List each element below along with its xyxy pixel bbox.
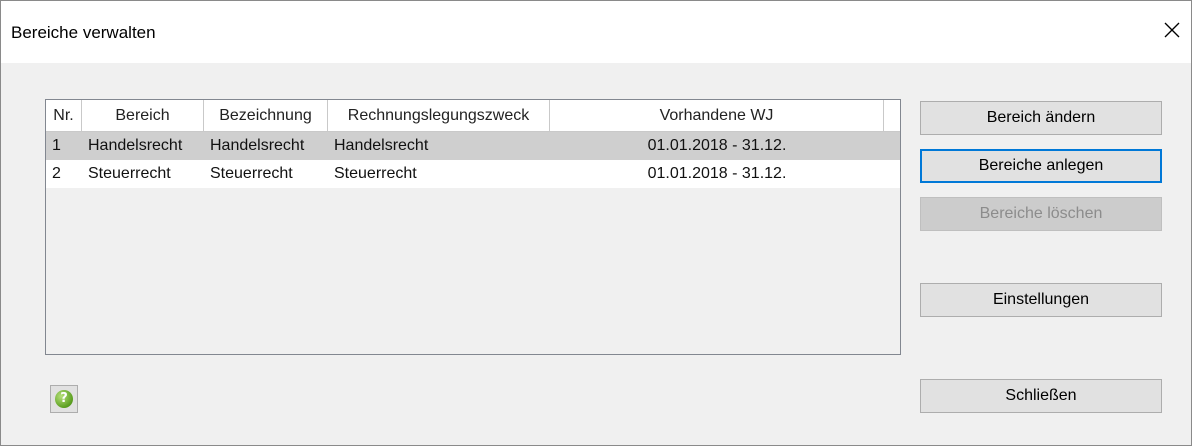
table-row[interactable]: 2 Steuerrecht Steuerrecht Steuerrecht 01… bbox=[46, 160, 900, 188]
column-header-nr[interactable]: Nr. bbox=[46, 100, 82, 131]
title-bar: Bereiche verwalten bbox=[1, 1, 1191, 63]
cell-bereich: Steuerrecht bbox=[88, 165, 171, 182]
window-title: Bereiche verwalten bbox=[11, 23, 156, 42]
cell-bereich: Handelsrecht bbox=[88, 137, 183, 154]
close-icon bbox=[1164, 22, 1180, 38]
help-button[interactable]: ? bbox=[50, 385, 78, 413]
create-areas-button[interactable]: Bereiche anlegen bbox=[920, 149, 1162, 183]
cell-bezeichnung: Steuerrecht bbox=[210, 165, 293, 182]
cell-nr: 1 bbox=[52, 137, 61, 154]
settings-button[interactable]: Einstellungen bbox=[920, 283, 1162, 317]
column-header-rechnungslegungszweck[interactable]: Rechnungslegungszweck bbox=[328, 100, 550, 131]
cell-nr: 2 bbox=[52, 165, 61, 182]
column-header-filler bbox=[884, 100, 900, 131]
dialog-window: Bereiche verwalten Nr. Bereich Bezeichnu… bbox=[0, 0, 1192, 446]
edit-area-button[interactable]: Bereich ändern bbox=[920, 101, 1162, 135]
cell-rechnungslegungszweck: Steuerrecht bbox=[334, 165, 417, 182]
table-header: Nr. Bereich Bezeichnung Rechnungslegungs… bbox=[46, 100, 900, 132]
column-header-bezeichnung[interactable]: Bezeichnung bbox=[204, 100, 328, 131]
cell-vorhandene-wj: 01.01.2018 - 31.12. bbox=[647, 137, 787, 154]
close-button[interactable] bbox=[1157, 15, 1187, 45]
cell-bezeichnung: Handelsrecht bbox=[210, 137, 305, 154]
column-header-vorhandene-wj[interactable]: Vorhandene WJ bbox=[550, 100, 884, 131]
delete-areas-button: Bereiche löschen bbox=[920, 197, 1162, 231]
table-row[interactable]: 1 Handelsrecht Handelsrecht Handelsrecht… bbox=[46, 132, 900, 160]
close-dialog-button[interactable]: Schließen bbox=[920, 379, 1162, 413]
help-icon: ? bbox=[55, 390, 73, 408]
areas-table[interactable]: Nr. Bereich Bezeichnung Rechnungslegungs… bbox=[45, 99, 901, 355]
column-header-bereich[interactable]: Bereich bbox=[82, 100, 204, 131]
cell-rechnungslegungszweck: Handelsrecht bbox=[334, 137, 429, 154]
cell-vorhandene-wj: 01.01.2018 - 31.12. bbox=[647, 165, 787, 182]
